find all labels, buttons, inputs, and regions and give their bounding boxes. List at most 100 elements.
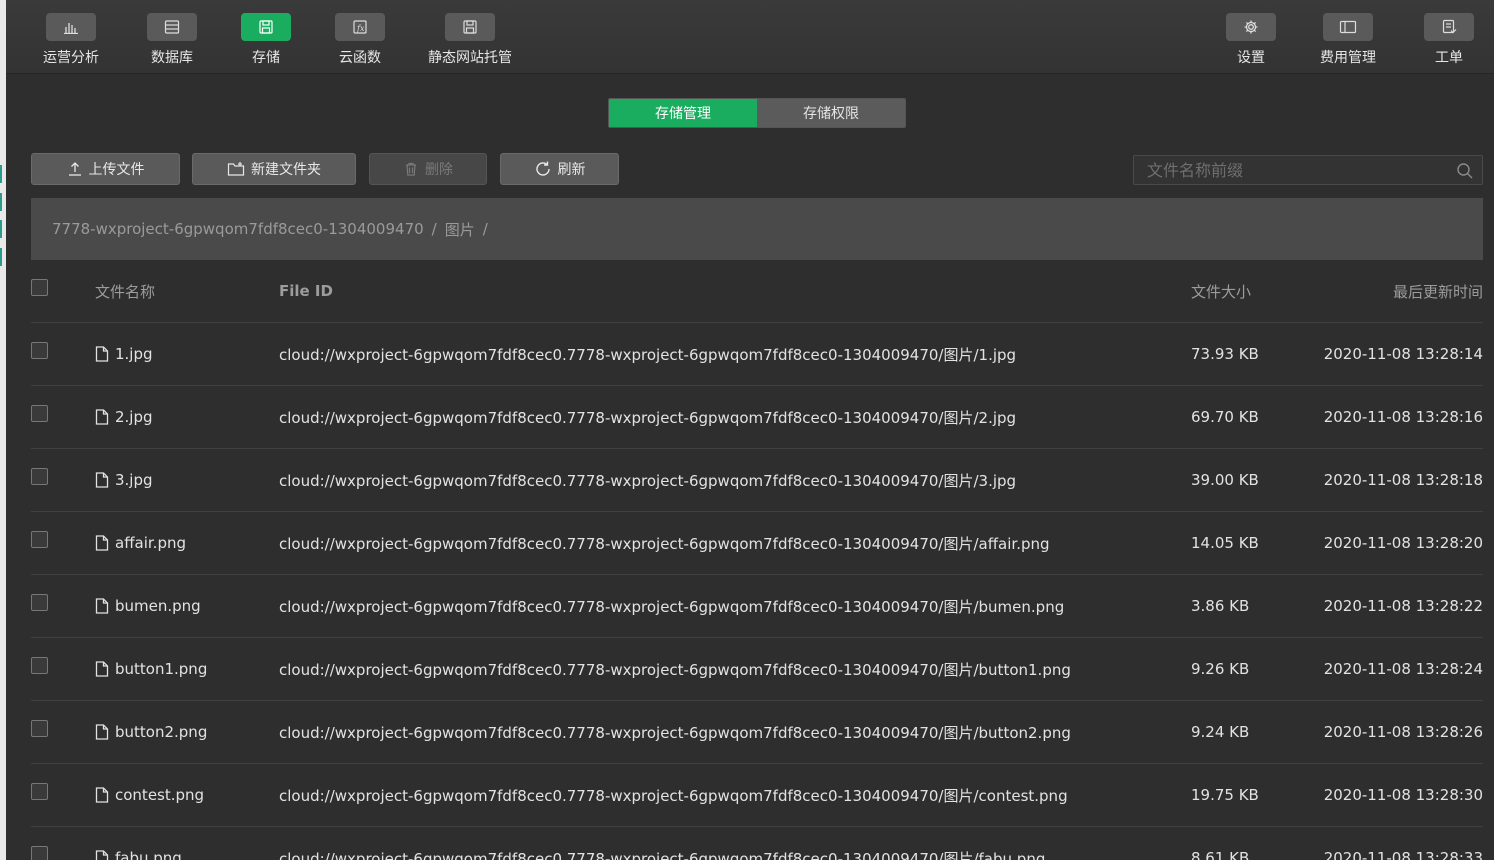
file-name: 3.jpg — [115, 471, 153, 489]
toolbar-billing[interactable]: 费用管理 — [1320, 13, 1376, 67]
breadcrumb-bucket[interactable]: 7778-wxproject-6gpwqom7fdf8cec0-13040094… — [52, 220, 424, 238]
ticket-icon — [1424, 13, 1474, 41]
header-updated-time: 最后更新时间 — [1392, 282, 1483, 301]
storage-tabs: 存储管理 存储权限 — [608, 98, 906, 128]
file-name-cell[interactable]: 3.jpg — [95, 449, 153, 511]
database-icon — [147, 13, 197, 41]
table-body: 1.jpg cloud://wxproject-6gpwqom7fdf8cec0.… — [31, 323, 1483, 860]
file-icon — [95, 346, 109, 362]
row-checkbox-cell — [31, 638, 49, 700]
file-name: button2.png — [115, 723, 208, 741]
table-row[interactable]: fabu.png cloud://wxproject-6gpwqom7fdf8ce… — [31, 827, 1483, 860]
table-header: 文件名称 File ID 文件大小 最后更新时间 — [31, 260, 1483, 323]
file-id: cloud://wxproject-6gpwqom7fdf8cec0.7778-… — [279, 345, 1017, 364]
table-row[interactable]: button1.png cloud://wxproject-6gpwqom7fdf… — [31, 638, 1483, 701]
file-name-cell[interactable]: 1.jpg — [95, 323, 153, 385]
select-all-checkbox-cell — [31, 260, 49, 322]
row-checkbox-cell — [31, 827, 49, 860]
toolbar-label: 存储 — [252, 50, 280, 66]
toolbar-label: 静态网站托管 — [428, 50, 512, 66]
breadcrumb-separator: / — [482, 220, 488, 238]
row-checkbox[interactable] — [31, 404, 48, 422]
breadcrumb-separator: / — [431, 220, 437, 238]
file-id: cloud://wxproject-6gpwqom7fdf8cec0.7778-… — [279, 534, 1050, 553]
file-name-cell[interactable]: affair.png — [95, 512, 186, 574]
tab-storage-management[interactable]: 存储管理 — [609, 99, 757, 127]
toolbar-label: 运营分析 — [43, 50, 99, 66]
row-checkbox[interactable] — [31, 467, 48, 485]
file-name: fabu.png — [115, 849, 182, 860]
row-checkbox-cell — [31, 512, 49, 574]
table-row[interactable]: 3.jpg cloud://wxproject-6gpwqom7fdf8cec0.… — [31, 449, 1483, 512]
row-checkbox[interactable] — [31, 593, 48, 611]
toolbar-settings[interactable]: 设置 — [1226, 13, 1276, 67]
breadcrumb: 7778-wxproject-6gpwqom7fdf8cec0-13040094… — [31, 198, 1483, 260]
toolbar-label: 设置 — [1237, 50, 1265, 66]
row-checkbox[interactable] — [31, 656, 48, 674]
file-id: cloud://wxproject-6gpwqom7fdf8cec0.7778-… — [279, 786, 1068, 805]
updated-time: 2020-11-08 13:28:33 — [1323, 849, 1483, 860]
toolbar-storage[interactable]: 存储 — [241, 13, 291, 67]
toolbar-cloud-function[interactable]: fx 云函数 — [335, 13, 385, 67]
file-icon — [95, 409, 109, 425]
row-checkbox[interactable] — [31, 530, 48, 548]
file-size: 9.24 KB — [1191, 723, 1250, 741]
upload-file-button[interactable]: 上传文件 — [31, 153, 180, 185]
table-row[interactable]: 1.jpg cloud://wxproject-6gpwqom7fdf8cec0.… — [31, 323, 1483, 386]
file-name-cell[interactable]: button2.png — [95, 701, 207, 763]
bar-chart-icon — [46, 13, 96, 41]
search-input[interactable] — [1134, 156, 1482, 184]
file-id: cloud://wxproject-6gpwqom7fdf8cec0.7778-… — [279, 660, 1071, 679]
updated-time: 2020-11-08 13:28:16 — [1323, 408, 1483, 426]
file-name-cell[interactable]: 2.jpg — [95, 386, 153, 448]
table-row[interactable]: contest.png cloud://wxproject-6gpwqom7fdf… — [31, 764, 1483, 827]
table-row[interactable]: affair.png cloud://wxproject-6gpwqom7fdf8… — [31, 512, 1483, 575]
file-icon — [95, 472, 109, 488]
row-checkbox[interactable] — [31, 719, 48, 737]
file-name: 1.jpg — [115, 345, 153, 363]
billing-icon — [1323, 13, 1373, 41]
table-row[interactable]: button2.png cloud://wxproject-6gpwqom7fdf… — [31, 701, 1483, 764]
file-icon — [95, 724, 109, 740]
file-size: 9.26 KB — [1191, 660, 1250, 678]
row-checkbox-cell — [31, 449, 49, 511]
new-folder-label: 新建文件夹 — [251, 162, 321, 178]
row-checkbox[interactable] — [31, 845, 48, 860]
toolbar-analytics[interactable]: 运营分析 — [43, 13, 99, 67]
file-size: 39.00 KB — [1191, 471, 1259, 489]
file-id: cloud://wxproject-6gpwqom7fdf8cec0.7778-… — [279, 723, 1071, 742]
file-id: cloud://wxproject-6gpwqom7fdf8cec0.7778-… — [279, 471, 1017, 490]
file-name-cell[interactable]: button1.png — [95, 638, 207, 700]
search-icon[interactable] — [1456, 162, 1474, 180]
file-name-cell[interactable]: bumen.png — [95, 575, 201, 637]
hosting-icon — [445, 13, 495, 41]
header-file-name: 文件名称 — [95, 282, 156, 301]
row-checkbox[interactable] — [31, 341, 48, 359]
file-table: 文件名称 File ID 文件大小 最后更新时间 1.jpg cloud://wx… — [31, 260, 1483, 860]
file-name-cell[interactable]: contest.png — [95, 764, 204, 826]
updated-time: 2020-11-08 13:28:18 — [1323, 471, 1483, 489]
row-checkbox[interactable] — [31, 782, 48, 800]
file-size: 19.75 KB — [1191, 786, 1259, 804]
row-checkbox-cell — [31, 386, 49, 448]
toolbar-label: 云函数 — [339, 50, 381, 66]
file-icon — [95, 787, 109, 803]
toolbar-ticket[interactable]: 工单 — [1424, 13, 1474, 67]
table-row[interactable]: 2.jpg cloud://wxproject-6gpwqom7fdf8cec0.… — [31, 386, 1483, 449]
refresh-button[interactable]: 刷新 — [500, 153, 619, 185]
folder-add-icon — [227, 162, 245, 176]
tab-storage-permissions[interactable]: 存储权限 — [757, 99, 905, 127]
file-size: 8.61 KB — [1191, 849, 1250, 860]
file-name-cell[interactable]: fabu.png — [95, 827, 182, 860]
select-all-checkbox[interactable] — [31, 278, 48, 296]
new-folder-button[interactable]: 新建文件夹 — [192, 153, 356, 185]
breadcrumb-folder[interactable]: 图片 — [445, 219, 475, 240]
file-name: contest.png — [115, 786, 205, 804]
header-file-id: File ID — [279, 282, 333, 300]
toolbar-database[interactable]: 数据库 — [147, 13, 197, 67]
toolbar-static-hosting[interactable]: 静态网站托管 — [428, 13, 512, 67]
refresh-icon — [535, 161, 550, 176]
table-row[interactable]: bumen.png cloud://wxproject-6gpwqom7fdf8c… — [31, 575, 1483, 638]
delete-button[interactable]: 删除 — [369, 153, 487, 185]
header-file-size: 文件大小 — [1191, 282, 1252, 301]
